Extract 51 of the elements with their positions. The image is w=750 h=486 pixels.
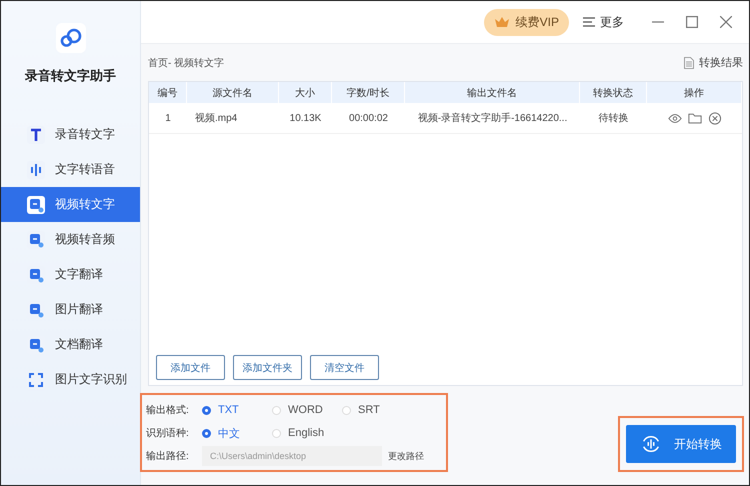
- column-header: 转换状态: [580, 82, 647, 103]
- table-cell-text: 1: [164, 112, 172, 126]
- column-header: 字数/时长: [332, 82, 405, 103]
- option-label: 输出路径:: [146, 450, 190, 463]
- file-action-button[interactable]: 添加文件: [156, 355, 225, 380]
- column-header: 操作: [647, 82, 742, 103]
- radio-option[interactable]: TXT: [202, 404, 272, 416]
- sidebar-item[interactable]: 录音转文字: [1, 117, 140, 152]
- table-cell-text: 00:00:02: [348, 112, 389, 126]
- table-cell-text: 视频.mp4: [194, 112, 238, 126]
- sidebar-item[interactable]: 图片文字识别: [1, 362, 140, 397]
- radio-option[interactable]: English: [272, 427, 342, 439]
- sidebar-item[interactable]: 文档翻译: [1, 327, 140, 362]
- option-label: 识别语种:: [146, 426, 190, 440]
- column-header: 大小: [279, 82, 332, 103]
- table-cell-text: 视频-录音转文字助手-16614220...: [416, 112, 568, 126]
- feature-icon: [27, 370, 45, 388]
- option-label: 输出格式:: [146, 404, 190, 417]
- file-action-button[interactable]: 添加文件夹: [233, 355, 302, 380]
- sidebar-item[interactable]: 图片翻译: [1, 292, 140, 327]
- sidebar-item[interactable]: 视频转文字: [1, 187, 140, 222]
- sidebar-item[interactable]: 文字转语音: [1, 152, 140, 187]
- feature-icon: [27, 196, 45, 214]
- eye-icon[interactable]: [668, 112, 682, 124]
- vip-button[interactable]: 续费VIP: [484, 8, 569, 36]
- app-title: 录音转文字助手: [25, 67, 116, 85]
- app-logo-icon: [56, 23, 86, 53]
- maximize-icon[interactable]: [686, 16, 698, 28]
- radio-option[interactable]: 中文: [202, 426, 272, 440]
- document-icon: [684, 56, 694, 68]
- results-link[interactable]: 转换结果: [684, 55, 743, 70]
- menu-icon: [583, 17, 595, 27]
- file-action-button[interactable]: 清空文件: [310, 355, 379, 380]
- sidebar-item[interactable]: 视频转音频: [1, 222, 140, 257]
- breadcrumb: 首页- 视频转文字: [148, 56, 224, 70]
- more-menu-button[interactable]: 更多: [583, 14, 624, 30]
- column-header: 输出文件名: [405, 82, 580, 103]
- table-cell-text: 待转换: [598, 112, 630, 126]
- waveform-icon: [640, 433, 662, 455]
- folder-icon[interactable]: [688, 112, 702, 124]
- crown-icon: [494, 16, 510, 28]
- column-header: 源文件名: [187, 82, 279, 103]
- change-path-link[interactable]: 更改路径: [388, 450, 424, 462]
- column-header: 编号: [149, 82, 187, 103]
- sidebar-item[interactable]: 文字翻译: [1, 257, 140, 292]
- start-button[interactable]: 开始转换: [626, 425, 736, 463]
- radio-option[interactable]: WORD: [272, 404, 342, 416]
- delete-icon[interactable]: [708, 112, 722, 124]
- close-icon[interactable]: [720, 16, 732, 28]
- table-cell-text: 10.13K: [288, 112, 322, 126]
- radio-option[interactable]: SRT: [342, 404, 412, 416]
